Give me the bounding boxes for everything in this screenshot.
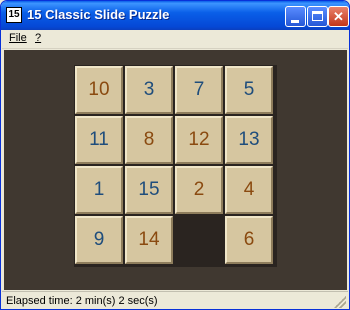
minimize-button[interactable] xyxy=(285,6,306,27)
window-title: 15 Classic Slide Puzzle xyxy=(27,7,170,22)
tile-15[interactable]: 15 xyxy=(125,166,173,214)
tile-6[interactable]: 6 xyxy=(225,216,273,264)
tile-14[interactable]: 14 xyxy=(125,216,173,264)
tile-3[interactable]: 3 xyxy=(125,66,173,114)
close-icon: ✕ xyxy=(333,9,344,24)
maximize-button[interactable] xyxy=(307,6,328,27)
tile-5[interactable]: 5 xyxy=(225,66,273,114)
empty-slot xyxy=(175,216,223,264)
menu-file[interactable]: File xyxy=(9,32,27,44)
tile-4[interactable]: 4 xyxy=(225,166,273,214)
tile-9[interactable]: 9 xyxy=(75,216,123,264)
tile-11[interactable]: 11 xyxy=(75,116,123,164)
app-window: 15 15 Classic Slide Puzzle ✕ File ? 10 3 7… xyxy=(0,0,350,310)
tile-12[interactable]: 12 xyxy=(175,116,223,164)
title-bar[interactable]: 15 15 Classic Slide Puzzle ✕ xyxy=(1,1,349,30)
puzzle-board: 10 3 7 5 11 8 12 13 1 15 2 4 9 14 6 xyxy=(74,65,277,267)
tile-8[interactable]: 8 xyxy=(125,116,173,164)
tile-10[interactable]: 10 xyxy=(75,66,123,114)
close-button[interactable]: ✕ xyxy=(328,6,349,27)
tile-13[interactable]: 13 xyxy=(225,116,273,164)
resize-grip-icon[interactable] xyxy=(334,296,346,308)
menu-help[interactable]: ? xyxy=(35,32,41,44)
minimize-icon xyxy=(291,20,299,23)
maximize-icon xyxy=(312,11,323,21)
tile-1[interactable]: 1 xyxy=(75,166,123,214)
board-area: 10 3 7 5 11 8 12 13 1 15 2 4 9 14 6 xyxy=(4,50,347,290)
menu-bar: File ? xyxy=(2,30,348,49)
status-bar: Elapsed time: 2 min(s) 2 sec(s) xyxy=(2,291,348,309)
app-icon[interactable]: 15 xyxy=(6,7,22,23)
menu-file-label: File xyxy=(9,32,27,44)
elapsed-time: Elapsed time: 2 min(s) 2 sec(s) xyxy=(6,295,158,307)
tile-7[interactable]: 7 xyxy=(175,66,223,114)
menu-help-label: ? xyxy=(35,32,42,44)
tile-2[interactable]: 2 xyxy=(175,166,223,214)
